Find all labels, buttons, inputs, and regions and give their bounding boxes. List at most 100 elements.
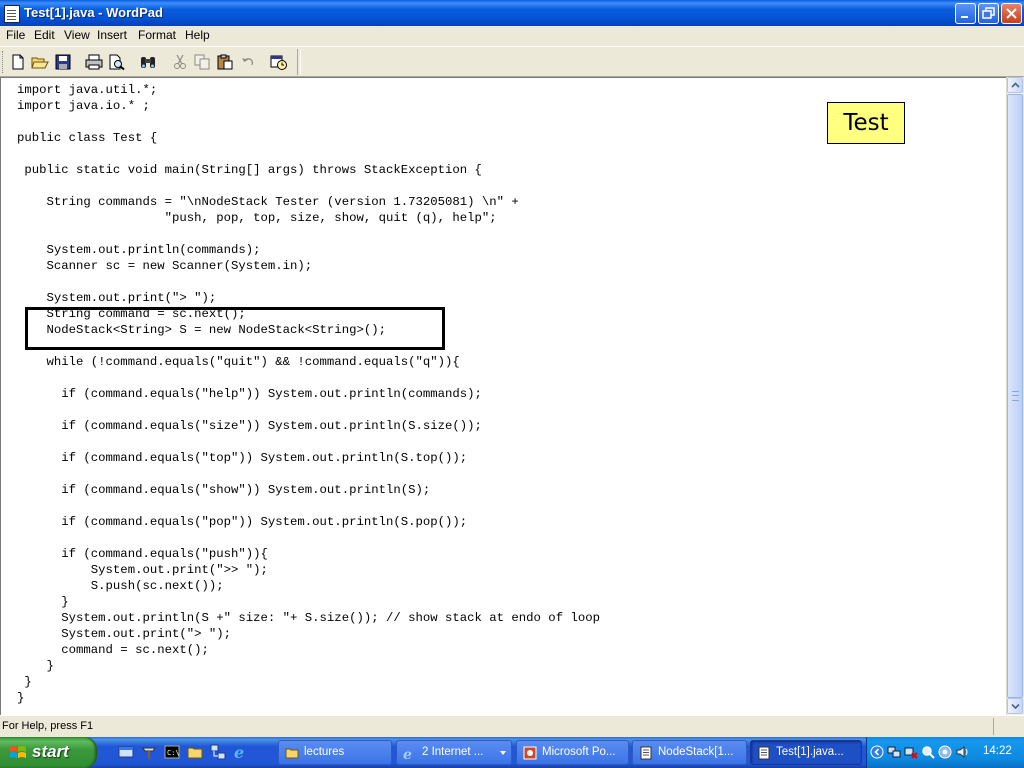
minimize-button[interactable] [955,3,976,24]
wordpad-app-icon[interactable] [4,5,20,23]
highlight-box [25,307,445,350]
internet-explorer-icon: e [403,747,412,760]
close-icon [1006,8,1017,19]
paste-button[interactable] [215,52,235,72]
task-button-nodestack[interactable]: NodeStack[1... [632,740,747,765]
internet-explorer-quicklaunch-icon[interactable]: e [233,744,249,760]
group-dropdown-arrow-icon [500,751,506,755]
network-quicklaunch-icon[interactable] [210,744,226,760]
copy-button[interactable] [192,52,212,72]
code-line: while (!command.equals("quit") && !comma… [17,355,460,369]
cut-button[interactable] [170,52,190,72]
menu-format[interactable]: Format [136,28,178,42]
code-line: if (command.equals("push")){ [17,547,268,561]
code-line: if (command.equals("top")) System.out.pr… [17,451,468,465]
toolbar-grip[interactable] [2,51,6,73]
code-line: if (command.equals("help")) System.out.p… [17,387,482,401]
code-line: String commands = "\nNodeStack Tester (v… [17,195,519,209]
tray-expand-chevron-icon[interactable] [870,745,884,759]
code-line: S.push(sc.next()); [17,579,224,593]
vertical-scrollbar[interactable] [1006,77,1023,715]
security-tray-icon[interactable] [938,745,952,759]
svg-text:C:\: C:\ [167,749,180,757]
code-line: if (command.equals("show")) System.out.p… [17,483,431,497]
task-button-internet[interactable]: e 2 Internet ... [396,740,512,765]
scroll-down-button[interactable] [1007,698,1023,714]
svg-text:e: e [234,744,244,760]
insert-date-time-button[interactable] [269,52,289,72]
task-label: 2 Internet ... [422,746,484,758]
task-label: Microsoft Po... [542,746,616,758]
code-line: System.out.print(">> "); [17,563,268,577]
menu-view[interactable]: View [62,28,92,42]
status-bar: For Help, press F1 [0,715,1024,737]
new-button[interactable] [8,52,28,72]
network-disconnected-tray-icon[interactable] [904,745,918,759]
volume-tray-icon[interactable] [955,745,969,759]
thumb-grip-icon [1012,391,1019,401]
date-time-icon [270,55,287,70]
start-button[interactable]: start [0,737,97,768]
menu-edit[interactable]: Edit [32,28,57,42]
wordpad-icon [758,746,770,760]
chevron-down-icon [1011,703,1020,710]
code-line: public class Test { [17,131,158,145]
document-area[interactable]: import java.util.*; import java.io.* ; pub… [0,77,1006,715]
copy-icon [194,54,210,70]
task-button-test-java[interactable]: Test[1].java... [750,740,862,765]
title-bar[interactable]: Test[1].java - WordPad [0,0,1024,26]
undo-button[interactable] [238,52,258,72]
scroll-up-button[interactable] [1007,77,1023,93]
task-button-lectures[interactable]: lectures [278,740,392,765]
explorer-folder-icon[interactable] [187,744,203,760]
code-line: if (command.equals("size")) System.out.p… [17,419,482,433]
code-text[interactable]: import java.util.*; import java.io.* ; pub… [17,82,600,706]
print-button[interactable] [84,52,104,72]
task-label: lectures [304,746,345,758]
restore-icon [982,7,995,19]
folder-icon [285,748,299,759]
menu-file[interactable]: File [4,28,27,42]
code-line: System.out.println(S +" size: "+ S.size(… [17,611,600,625]
show-desktop-icon[interactable] [118,744,134,760]
print-preview-button[interactable] [107,52,127,72]
open-button[interactable] [30,52,50,72]
toolbar [0,46,1024,77]
taskbar: start C:\ e lectures e 2 Internet ... Mi… [0,737,1024,768]
minimize-icon [961,16,968,18]
clock[interactable]: 14:22 [983,745,1012,757]
binoculars-icon [141,57,155,68]
undo-arrow-icon [242,58,254,66]
task-button-powerpoint[interactable]: Microsoft Po... [516,740,629,765]
code-line: } [17,675,32,689]
search-tray-icon[interactable] [921,745,935,759]
new-document-icon [12,54,24,70]
restore-button[interactable] [978,3,999,24]
scroll-thumb[interactable] [1007,94,1023,698]
code-line: command = sc.next(); [17,643,209,657]
menu-help[interactable]: Help [183,28,212,42]
command-prompt-icon[interactable]: C:\ [164,744,180,760]
scissors-icon [174,54,186,69]
print-preview-icon [109,54,125,70]
code-line: System.out.print("> "); [17,627,232,641]
save-button[interactable] [53,52,73,72]
code-line: import java.io.* ; [17,99,150,113]
tools-quicklaunch-icon[interactable] [141,744,157,760]
network-tray-icon[interactable] [887,745,901,759]
status-panel [993,718,1022,735]
code-line: if (command.equals("pop")) System.out.pr… [17,515,468,529]
close-button[interactable] [1001,3,1022,24]
menu-bar: File Edit View Insert Format Help [0,26,1024,46]
menu-insert[interactable]: Insert [95,28,129,42]
open-folder-icon [31,57,49,69]
find-button[interactable] [138,52,158,72]
save-disk-icon [55,54,71,70]
